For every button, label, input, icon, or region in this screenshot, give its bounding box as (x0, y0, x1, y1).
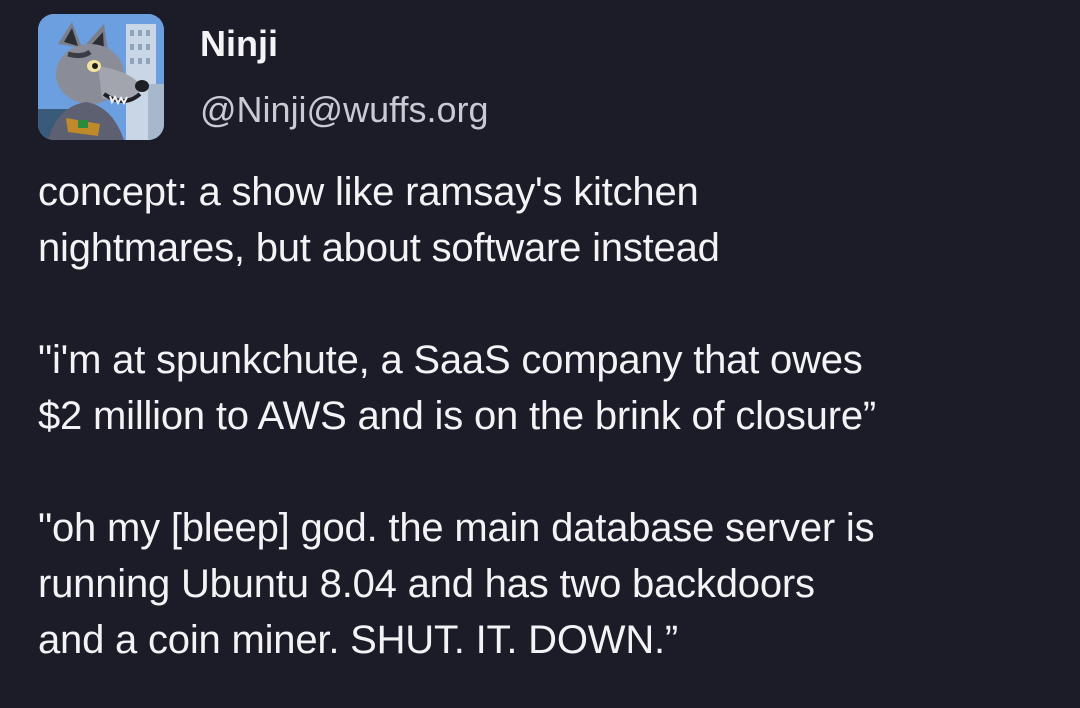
author-avatar[interactable] (38, 14, 164, 140)
post-paragraph: "i'm at spunkchute, a SaaS company that … (38, 338, 877, 438)
wolf-avatar-icon (38, 14, 164, 140)
post-body: concept: a show like ramsay's kitchen ni… (38, 164, 1068, 668)
post-paragraph: concept: a show like ramsay's kitchen ni… (38, 170, 720, 270)
author-handle[interactable]: @Ninji@wuffs.org (200, 88, 489, 132)
post-card: Ninji @Ninji@wuffs.org concept: a show l… (0, 0, 1080, 708)
author-display-name[interactable]: Ninji (200, 22, 278, 66)
post-paragraph: "oh my [bleep] god. the main database se… (38, 506, 875, 662)
